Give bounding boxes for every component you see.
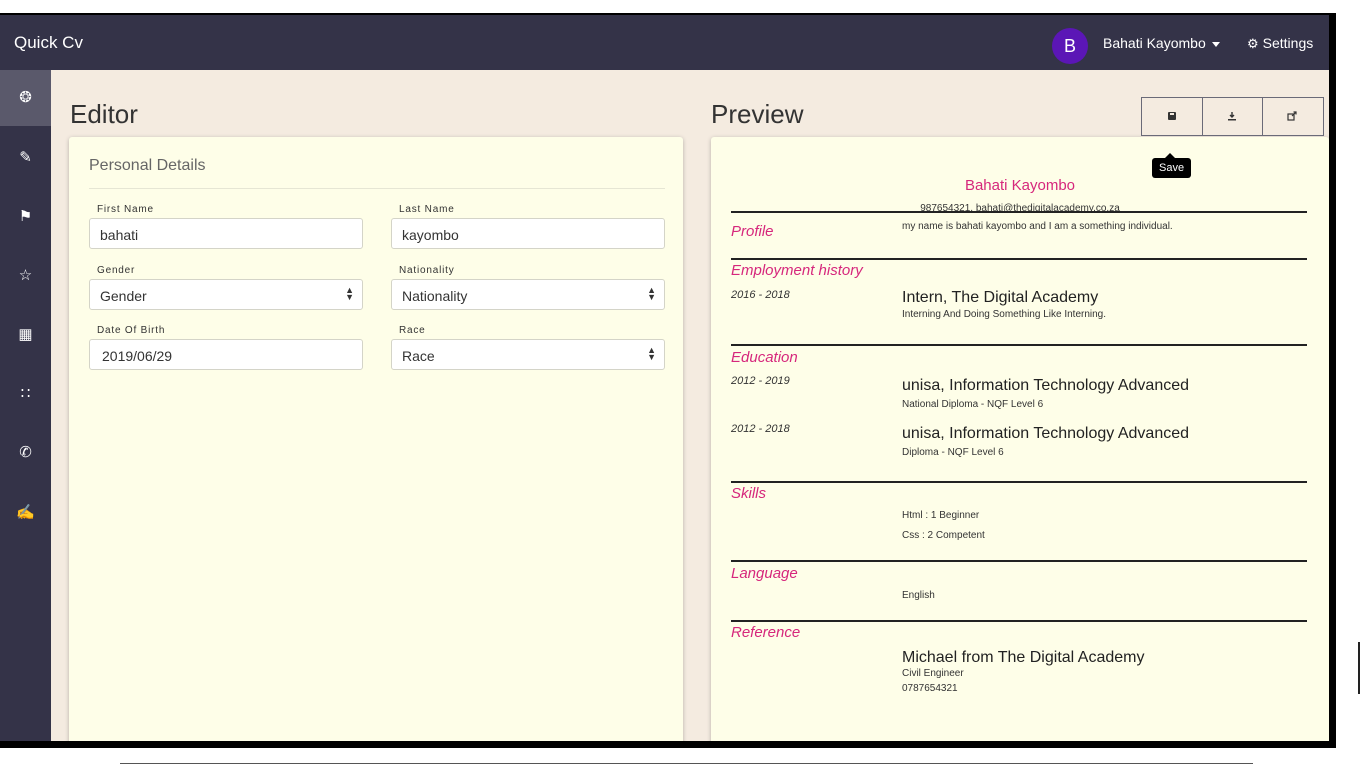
- preview-heading: Preview: [711, 99, 804, 129]
- download-button[interactable]: [1202, 98, 1263, 135]
- employment-date: 2016 - 2018: [731, 289, 790, 301]
- share-icon: [1286, 111, 1297, 121]
- edit-icon: ✎: [19, 149, 32, 166]
- settings-link[interactable]: ⚙ Settings: [1247, 35, 1313, 52]
- education-title-1: unisa, Information Technology Advanced: [902, 377, 1190, 394]
- education-date: 2012 - 2019: [731, 375, 790, 387]
- nationality-value: Nationality: [402, 288, 468, 304]
- sidebar-item-structure[interactable]: ∷: [0, 366, 51, 422]
- app-window: Quick Cv B Bahati Kayombo ⚙ Settings ❂ ✎ …: [0, 15, 1329, 741]
- preview-panel: Bahati Kayombo 987654321, bahati@thedigi…: [711, 137, 1329, 741]
- user-name: Bahati Kayombo: [1103, 35, 1206, 51]
- sidebar-item-education[interactable]: ⚑: [0, 189, 51, 245]
- select-arrows-icon: ▲ ▼: [647, 285, 656, 302]
- employment-description: Interning And Doing Something Like Inter…: [902, 309, 1107, 320]
- profile-text: my name is bahati kayombo and I am a som…: [902, 221, 1173, 232]
- select-arrows-icon: ▲ ▼: [647, 345, 656, 362]
- save-tooltip: Save: [1152, 153, 1192, 178]
- settings-label: Settings: [1262, 35, 1314, 51]
- education-title-2: unisa, Information Technology Advanced: [902, 425, 1190, 442]
- reference-role: Civil Engineer: [902, 668, 964, 679]
- scroll-edge: [1358, 642, 1360, 694]
- employment-title: Employment history: [731, 262, 863, 279]
- sidebar-item-personal[interactable]: ❂: [0, 70, 51, 126]
- avatar[interactable]: B: [1052, 28, 1088, 64]
- divider: [731, 560, 1307, 562]
- divider: [731, 344, 1307, 346]
- sidebar-item-skills[interactable]: ☆: [0, 248, 51, 304]
- section-title: Personal Details: [89, 157, 206, 174]
- race-select[interactable]: Race ▲ ▼: [391, 339, 665, 370]
- save-button[interactable]: [1142, 98, 1203, 135]
- reference-name: Michael from The Digital Academy: [902, 649, 1145, 666]
- education-title: Education: [731, 349, 798, 366]
- user-icon: ❂: [19, 89, 32, 106]
- download-icon: [1228, 112, 1236, 121]
- divider: [731, 481, 1307, 483]
- skills-title: Skills: [731, 485, 767, 502]
- gender-select[interactable]: Gender ▲ ▼: [89, 279, 363, 310]
- sidebar: ❂ ✎ ⚑ ☆ ▦ ∷ ✆ ✍: [0, 70, 51, 741]
- gender-label: Gender: [97, 265, 136, 276]
- sidebar-item-reference[interactable]: ✍: [0, 485, 51, 541]
- top-navbar: Quick Cv B Bahati Kayombo ⚙ Settings: [0, 15, 1329, 70]
- editor-panel: Personal Details First Name bahati Last …: [69, 137, 683, 741]
- sidebar-item-employment[interactable]: ▦: [0, 307, 51, 363]
- education-date: 2012 - 2018: [731, 423, 790, 435]
- screen-frame: Quick Cv B Bahati Kayombo ⚙ Settings ❂ ✎ …: [0, 13, 1336, 748]
- building-icon: ▦: [18, 326, 33, 343]
- sidebar-item-language[interactable]: ✆: [0, 425, 51, 481]
- language-title: Language: [731, 565, 798, 582]
- divider: [731, 258, 1307, 260]
- editor-heading: Editor: [70, 99, 138, 129]
- comments-icon: ✆: [19, 444, 32, 461]
- gear-icon: ⚙: [1247, 36, 1259, 51]
- language-item: English: [902, 590, 935, 601]
- divider: [120, 763, 1253, 764]
- sidebar-item-profile[interactable]: ✎: [0, 130, 51, 186]
- user-edit-icon: ✍: [16, 504, 35, 521]
- dob-field[interactable]: 2019/06/29: [89, 339, 363, 370]
- last-name-field[interactable]: kayombo: [391, 218, 665, 249]
- last-name-label: Last Name: [399, 204, 455, 215]
- first-name-label: First Name: [97, 204, 154, 215]
- cv-name: Bahati Kayombo: [964, 177, 1076, 194]
- nationality-label: Nationality: [399, 265, 455, 276]
- race-value: Race: [402, 348, 435, 364]
- education-description-2: Diploma - NQF Level 6: [902, 447, 1004, 458]
- first-name-field[interactable]: bahati: [89, 218, 363, 249]
- dob-label: Date Of Birth: [97, 325, 166, 336]
- star-icon: ☆: [18, 267, 33, 284]
- employment-role: Intern, The Digital Academy: [902, 289, 1099, 306]
- select-arrows-icon: ▲ ▼: [345, 285, 354, 302]
- reference-phone: 0787654321: [902, 683, 958, 694]
- divider: [89, 188, 665, 189]
- share-button[interactable]: [1262, 98, 1322, 135]
- preview-toolbar: [1141, 97, 1324, 136]
- education-description-1: National Diploma - NQF Level 6: [902, 399, 1044, 410]
- user-menu[interactable]: Bahati Kayombo: [1103, 35, 1220, 51]
- divider: [731, 211, 1307, 213]
- save-icon: [1168, 112, 1176, 121]
- sitemap-icon: ∷: [20, 385, 31, 402]
- skill-item: Css : 2 Competent: [902, 530, 985, 541]
- race-label: Race: [399, 325, 426, 336]
- caret-down-icon: [1211, 41, 1220, 47]
- skill-item: Html : 1 Beginner: [902, 510, 980, 521]
- divider: [731, 620, 1307, 622]
- app-title[interactable]: Quick Cv: [14, 33, 83, 53]
- profile-title: Profile: [731, 223, 774, 240]
- reference-title: Reference: [731, 624, 801, 641]
- nationality-select[interactable]: Nationality ▲ ▼: [391, 279, 665, 310]
- graduation-icon: ⚑: [18, 208, 33, 225]
- gender-value: Gender: [100, 288, 147, 304]
